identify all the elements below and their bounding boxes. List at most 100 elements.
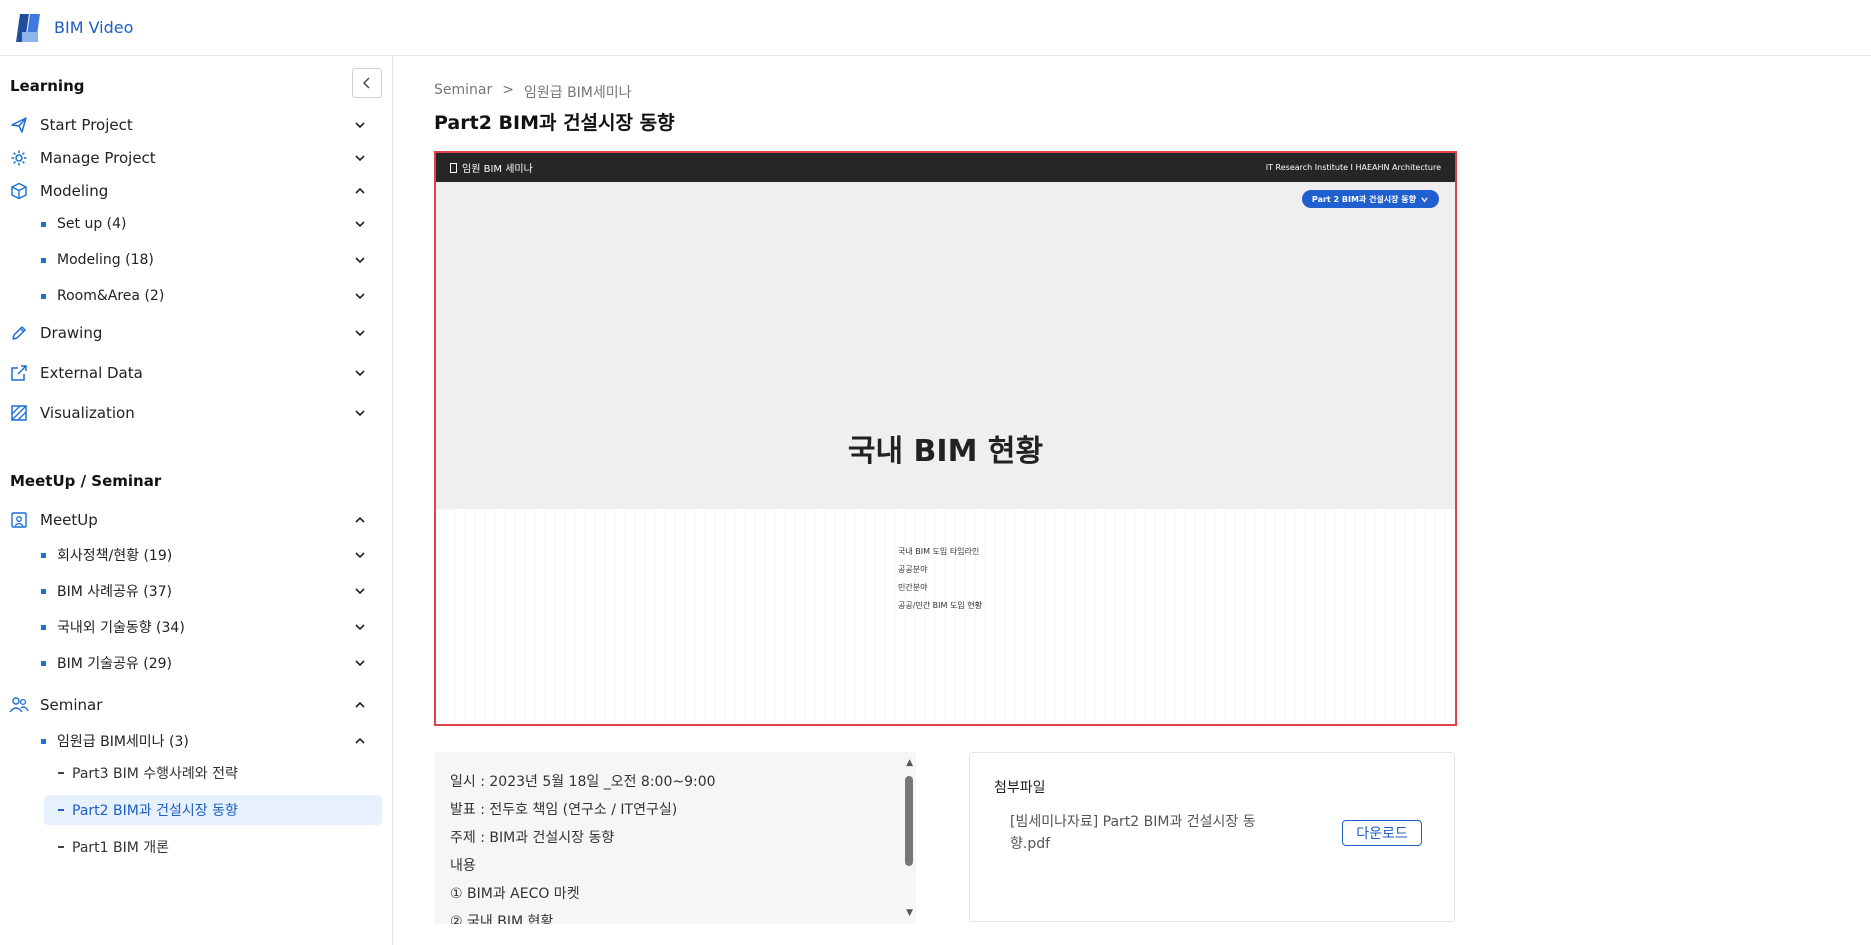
sidebar-subitem-label: BIM 사례공유 (37)	[57, 584, 172, 600]
scroll-up-arrow-icon[interactable]: ▲	[906, 758, 913, 768]
presenter-icon	[9, 510, 29, 530]
sidebar-item-external-data[interactable]: External Data	[0, 356, 380, 390]
chevron-down-icon[interactable]	[352, 619, 368, 635]
chevron-down-icon[interactable]	[352, 325, 368, 341]
sidebar-subitem-bim-cases[interactable]: BIM 사례공유 (37)	[0, 576, 380, 606]
sidebar-item-modeling[interactable]: Modeling	[0, 174, 380, 208]
download-button[interactable]: 다운로드	[1342, 820, 1422, 846]
sidebar-item-seminar[interactable]: Seminar	[0, 688, 380, 722]
bullet-icon	[41, 660, 46, 666]
sidebar-subitem-setup[interactable]: Set up (4)	[0, 209, 380, 239]
sidebar-subitem-tech-trends[interactable]: 국내외 기술동향 (34)	[0, 612, 380, 642]
info-line-item-2: ② 국내 BIM 현황	[450, 914, 554, 924]
cube-icon	[9, 181, 29, 201]
attachment-title: 첨부파일	[994, 780, 1046, 796]
info-line-item-1: ① BIM과 AECO 마켓	[450, 886, 580, 902]
seminar-info-text: 일시 : 2023년 5월 18일 _오전 8:00~9:00 발표 : 전두호…	[450, 768, 716, 924]
bullet-icon	[41, 588, 46, 594]
dash-icon	[58, 809, 64, 811]
video-player[interactable]: 임원 BIM 세미나 IT Research Institute I HAEAH…	[434, 151, 1457, 726]
sidebar-subitem-label: BIM 기술공유 (29)	[57, 656, 172, 672]
sidebar-item-label: MeetUp	[40, 511, 98, 529]
sidebar-collapse-button[interactable]	[352, 68, 382, 98]
sidebar-item-label: Seminar	[40, 696, 103, 714]
breadcrumb-current[interactable]: 임원급 BIM세미나	[524, 82, 632, 102]
sidebar-subitem-label: Room&Area (2)	[57, 288, 165, 304]
chevron-down-icon[interactable]	[352, 150, 368, 166]
info-line-date: 일시 : 2023년 5월 18일 _오전 8:00~9:00	[450, 774, 716, 790]
seminar-info-box[interactable]: 일시 : 2023년 5월 18일 _오전 8:00~9:00 발표 : 전두호…	[434, 752, 916, 924]
chevron-down-icon[interactable]	[352, 252, 368, 268]
sidebar-item-drawing[interactable]: Drawing	[0, 316, 380, 350]
chevron-down-icon	[1421, 196, 1428, 202]
chevron-up-icon[interactable]	[352, 697, 368, 713]
scrollbar-thumb[interactable]	[905, 776, 913, 866]
sidebar-item-label: Manage Project	[40, 149, 156, 167]
chevron-down-icon[interactable]	[352, 216, 368, 232]
slide-bullet: 공공분야	[898, 565, 928, 574]
chevron-down-icon[interactable]	[352, 117, 368, 133]
app-logo[interactable]	[16, 13, 40, 42]
chevron-down-icon[interactable]	[352, 288, 368, 304]
sidebar-item-label: Drawing	[40, 324, 103, 342]
chevron-down-icon[interactable]	[352, 365, 368, 381]
dash-icon	[58, 772, 64, 774]
sidebar-item-start-project[interactable]: Start Project	[0, 108, 380, 142]
dash-icon	[58, 846, 64, 848]
scrollbar[interactable]: ▲ ▼	[902, 752, 916, 924]
sidebar-subitem-room-area[interactable]: Room&Area (2)	[0, 281, 380, 311]
sidebar-leaf-label: Part3 BIM 수행사례와 전략	[72, 766, 238, 782]
sidebar: Learning Start Project Manage Project Mo…	[0, 56, 393, 945]
chevron-down-icon[interactable]	[352, 405, 368, 421]
pencil-icon	[9, 323, 29, 343]
slide-bullet: 국내 BIM 도입 타임라인	[898, 547, 980, 556]
sidebar-leaf-label: Part1 BIM 개론	[72, 840, 170, 856]
sidebar-subitem-company-policy[interactable]: 회사정책/현황 (19)	[0, 540, 380, 570]
attachment-panel: 첨부파일 [빔세미나자료] Part2 BIM과 건설시장 동향.pdf 다운로…	[969, 752, 1455, 922]
chevron-down-icon[interactable]	[352, 547, 368, 563]
slide-chapter-pill-label: Part 2 BIM과 건설시장 동향	[1311, 194, 1416, 204]
attachment-filename: [빔세미나자료] Part2 BIM과 건설시장 동향.pdf	[1010, 814, 1256, 852]
breadcrumb: Seminar > 임원급 BIM세미나	[434, 82, 632, 102]
page-title: Part2 BIM과 건설시장 동향	[434, 112, 675, 134]
sidebar-subitem-label: 국내외 기술동향 (34)	[57, 620, 185, 636]
sidebar-subitem-label: 임원급 BIM세미나 (3)	[57, 734, 189, 750]
bullet-icon	[41, 221, 46, 227]
section-title-learning: Learning	[10, 77, 85, 95]
paper-plane-icon	[9, 115, 29, 135]
slide-bullet-list: 국내 BIM 도입 타임라인 공공분야 민간분야 공공/민간 BIM 도입 현황	[898, 543, 982, 615]
slide-bullet: 공공/민간 BIM 도입 현황	[898, 601, 982, 610]
slide-header-bar: 임원 BIM 세미나 IT Research Institute I HAEAH…	[436, 153, 1455, 182]
chevron-up-icon[interactable]	[352, 512, 368, 528]
chevron-down-icon[interactable]	[352, 583, 368, 599]
app-title[interactable]: BIM Video	[54, 18, 133, 37]
slide-lower-panel: 국내 BIM 도입 타임라인 공공분야 민간분야 공공/민간 BIM 도입 현황	[436, 509, 1455, 724]
chevron-up-icon[interactable]	[352, 733, 368, 749]
bullet-icon	[41, 293, 46, 299]
chevron-down-icon[interactable]	[352, 655, 368, 671]
sidebar-leaf-part1[interactable]: Part1 BIM 개론	[44, 832, 382, 862]
scroll-down-arrow-icon[interactable]: ▼	[906, 908, 913, 918]
external-link-icon	[9, 363, 29, 383]
sidebar-leaf-part3[interactable]: Part3 BIM 수행사례와 전략	[44, 758, 382, 788]
sidebar-leaf-label: Part2 BIM과 건설시장 동향	[72, 803, 238, 819]
sidebar-item-meetup[interactable]: MeetUp	[0, 503, 380, 537]
slide-chapter-pill: Part 2 BIM과 건설시장 동향	[1301, 190, 1439, 208]
sidebar-item-label: Visualization	[40, 404, 135, 422]
sidebar-subitem-executive-seminar[interactable]: 임원급 BIM세미나 (3)	[0, 726, 380, 756]
sidebar-item-label: Modeling	[40, 182, 109, 200]
people-icon	[9, 695, 29, 715]
bullet-icon	[41, 257, 46, 263]
hatch-square-icon	[9, 403, 29, 423]
sidebar-subitem-bim-tech-share[interactable]: BIM 기술공유 (29)	[0, 648, 380, 678]
breadcrumb-separator: >	[502, 82, 514, 98]
sidebar-item-manage-project[interactable]: Manage Project	[0, 141, 380, 175]
breadcrumb-root[interactable]: Seminar	[434, 82, 492, 102]
info-line-presenter: 발표 : 전두호 책임 (연구소 / IT연구실)	[450, 802, 678, 818]
chevron-up-icon[interactable]	[352, 183, 368, 199]
sidebar-subitem-modeling[interactable]: Modeling (18)	[0, 245, 380, 275]
sidebar-item-label: Start Project	[40, 116, 133, 134]
gear-icon	[9, 148, 29, 168]
sidebar-item-visualization[interactable]: Visualization	[0, 396, 380, 430]
sidebar-leaf-part2[interactable]: Part2 BIM과 건설시장 동향	[44, 795, 382, 825]
